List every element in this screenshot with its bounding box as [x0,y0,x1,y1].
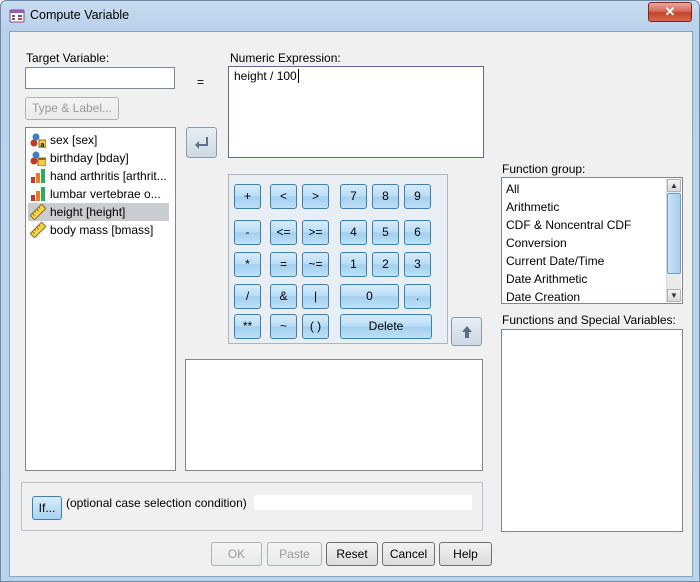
equals-sign: = [197,75,205,89]
function-group-item[interactable]: Current Date/Time [506,252,604,270]
scale-ruler-icon [29,221,47,239]
target-variable-label: Target Variable: [26,51,110,65]
svg-text:a: a [41,142,45,148]
window-title: Compute Variable [30,8,130,22]
function-group-item[interactable]: Date Creation [506,288,580,303]
variable-label: height [height] [50,205,126,219]
variable-list-item[interactable]: lumbar vertebrae o... [28,185,169,203]
key-7-button[interactable]: 7 [340,184,367,209]
key-delete-button[interactable]: Delete [340,314,432,339]
functions-list[interactable] [501,329,683,532]
numeric-expression-label: Numeric Expression: [230,51,341,65]
key-equal-button[interactable]: = [270,252,297,277]
function-group-scrollbar[interactable]: ▲ ▼ [666,179,681,302]
close-button[interactable]: ✕ [648,2,692,22]
reset-button[interactable]: Reset [326,542,378,566]
key-4-button[interactable]: 4 [340,220,367,245]
function-group-label: Function group: [502,162,586,176]
functions-label: Functions and Special Variables: [502,313,676,327]
key-5-button[interactable]: 5 [372,220,399,245]
key-divide-button[interactable]: / [234,284,261,309]
function-group-list[interactable]: All Arithmetic CDF & Noncentral CDF Convers… [501,177,683,304]
target-variable-input[interactable] [25,67,175,89]
type-label-button[interactable]: Type & Label... [25,97,119,120]
variable-list-item[interactable]: body mass [bmass] [28,221,169,239]
scale-ruler-icon [29,203,47,221]
variable-label: hand arthritis [arthrit... [50,169,167,183]
key-plus-button[interactable]: + [234,184,261,209]
key-greater-than-button[interactable]: > [302,184,329,209]
key-less-equal-button[interactable]: <= [270,220,297,245]
function-group-item[interactable]: CDF & Noncentral CDF [506,216,631,234]
scroll-up-icon[interactable]: ▲ [667,179,681,192]
key-parentheses-button[interactable]: ( ) [302,314,329,339]
if-condition-group: If... (optional case selection condition… [21,482,483,531]
ordinal-icon [30,186,46,202]
calculator-keypad: + < >7 8 9 - <= >= 4 5 6 * = ~= 1 2 3 /& | 0. ** ~( ) Delete [228,174,448,344]
variable-label: sex [sex] [50,133,98,147]
text-cursor [297,69,299,83]
variable-label: lumbar vertebrae o... [50,187,161,201]
key-greater-equal-button[interactable]: >= [302,220,329,245]
close-icon: ✕ [664,4,676,19]
nominal-string-icon: a [30,132,47,149]
title-bar[interactable]: Compute Variable ✕ [1,1,699,31]
move-to-expression-button[interactable] [186,127,217,158]
key-3-button[interactable]: 3 [404,252,431,277]
key-8-button[interactable]: 8 [372,184,399,209]
variable-label: birthday [bday] [50,151,129,165]
scroll-down-icon[interactable]: ▼ [667,289,681,302]
cancel-button[interactable]: Cancel [382,542,435,566]
key-power-button[interactable]: ** [234,314,261,339]
ok-button[interactable]: OK [211,542,262,566]
variable-list[interactable]: a sex [sex] birthday [bday] hand arthritis … [25,127,176,471]
variable-list-item[interactable]: birthday [bday] [28,149,169,167]
if-button[interactable]: If... [32,496,62,520]
key-1-button[interactable]: 1 [340,252,367,277]
function-group-item[interactable]: Conversion [506,234,567,252]
arrow-left-return-icon [194,137,208,149]
function-description-box [185,359,483,471]
paste-button[interactable]: Paste [267,542,322,566]
compute-variable-dialog: Compute Variable ✕ Target Variable: Type… [0,0,700,582]
function-group-item[interactable]: All [506,180,519,198]
function-group-item[interactable]: Arithmetic [506,198,559,216]
key-2-button[interactable]: 2 [372,252,399,277]
variable-list-item[interactable]: hand arthritis [arthrit... [28,167,169,185]
key-decimal-button[interactable]: . [404,284,431,309]
expression-text: height / 100 [234,69,297,83]
variable-label: body mass [bmass] [50,223,154,237]
variable-list-item[interactable]: a sex [sex] [28,131,169,149]
key-0-button[interactable]: 0 [340,284,399,309]
key-not-equal-button[interactable]: ~= [302,252,329,277]
key-9-button[interactable]: 9 [404,184,431,209]
arrow-up-icon [461,326,472,338]
dialog-body: Target Variable: Type & Label... = Numer… [9,31,693,577]
key-multiply-button[interactable]: * [234,252,261,277]
help-button[interactable]: Help [439,542,492,566]
function-group-item[interactable]: Date Arithmetic [506,270,587,288]
key-and-button[interactable]: & [270,284,297,309]
ordinal-icon [30,168,46,184]
key-minus-button[interactable]: - [234,220,261,245]
insert-function-button[interactable] [451,317,482,346]
compute-variable-icon [9,9,25,23]
numeric-expression-input[interactable]: height / 100 [228,66,484,158]
if-condition-field [254,495,472,510]
key-less-than-button[interactable]: < [270,184,297,209]
date-nominal-icon [30,150,47,167]
variable-list-item[interactable]: height [height] [28,203,169,221]
scroll-thumb[interactable] [667,193,681,274]
key-or-button[interactable]: | [302,284,329,309]
key-not-button[interactable]: ~ [270,314,297,339]
key-6-button[interactable]: 6 [404,220,431,245]
if-condition-text: (optional case selection condition) [66,496,247,510]
